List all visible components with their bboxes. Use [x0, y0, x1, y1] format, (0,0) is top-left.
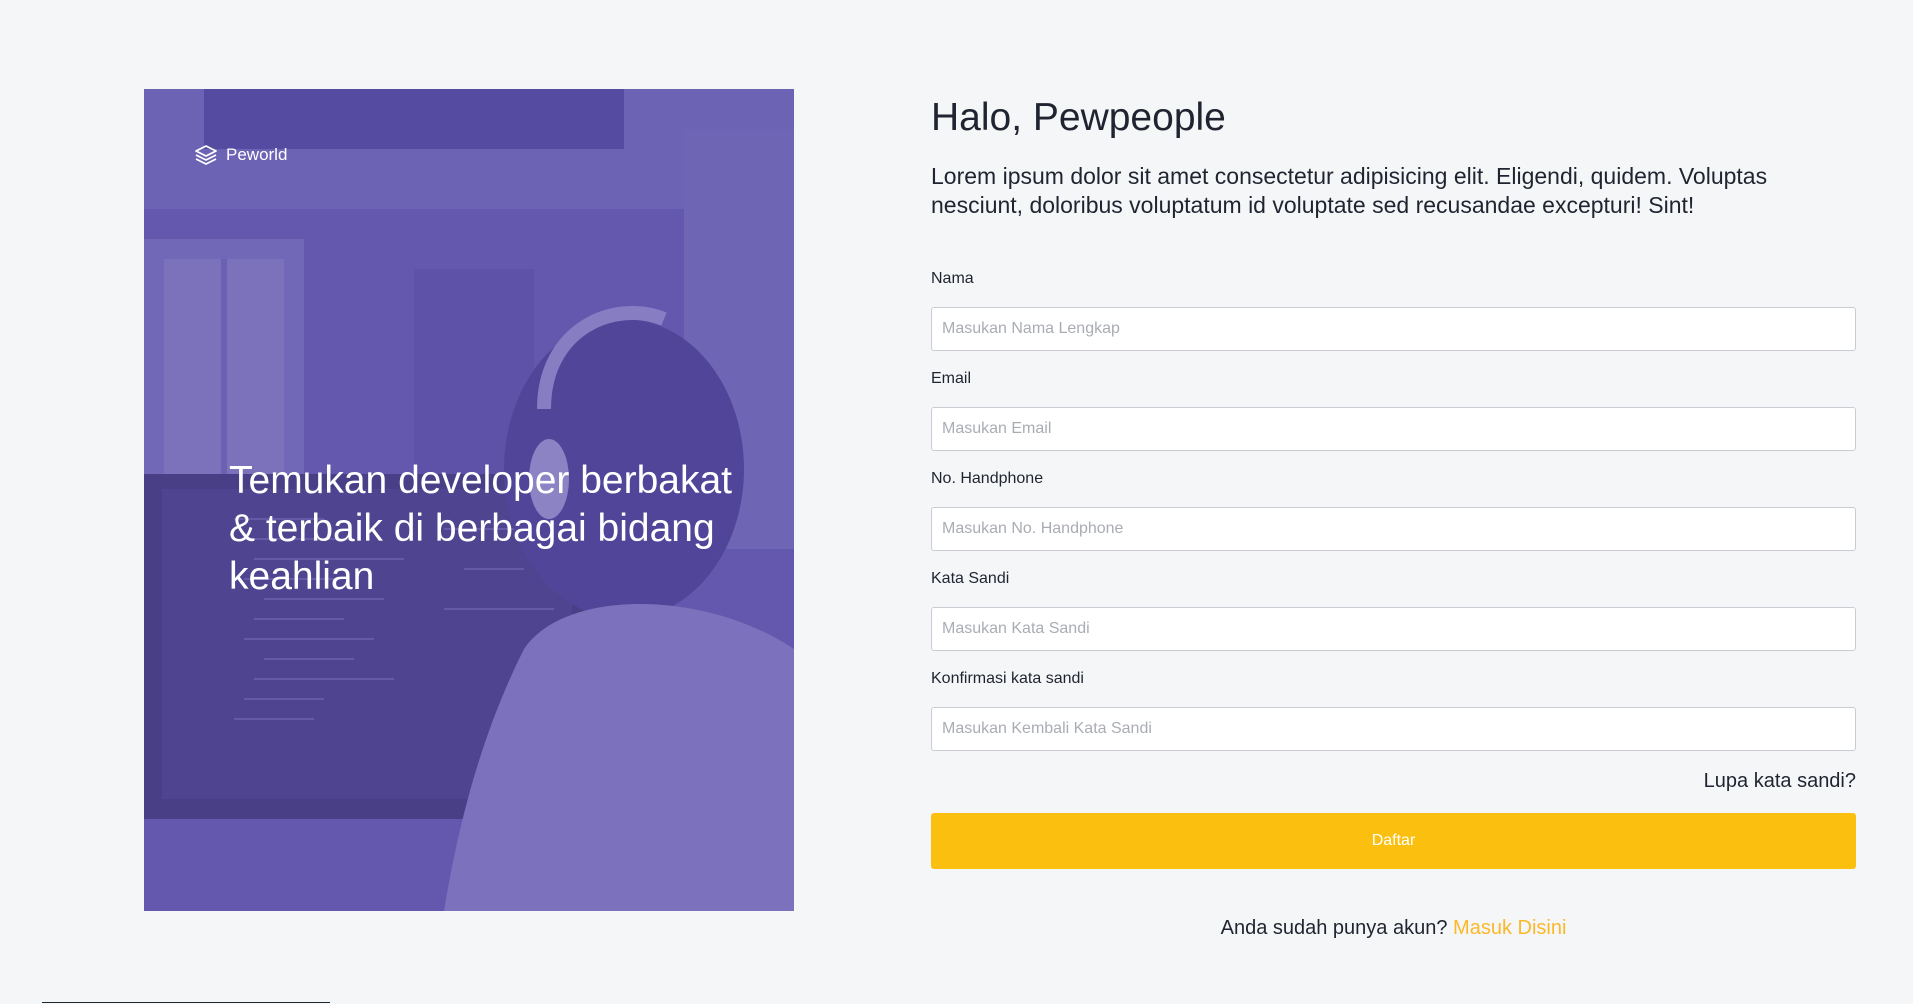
name-label: Nama [931, 270, 974, 287]
name-input[interactable] [931, 307, 1856, 351]
password-input[interactable] [931, 607, 1856, 651]
hero-tagline: Temukan developer berbakat & terbaik di … [229, 459, 732, 598]
confirm-password-input[interactable] [931, 707, 1856, 751]
bottom-divider [42, 1002, 330, 1003]
brand-name: Peworld [226, 145, 288, 164]
email-label: Email [931, 370, 972, 387]
password-label: Kata Sandi [931, 570, 1010, 587]
forgot-password-link[interactable]: Lupa kata sandi? [1704, 770, 1856, 793]
stacked-layers-icon [195, 145, 217, 165]
phone-label: No. Handphone [931, 470, 1044, 487]
login-prompt: Anda sudah punya akun? Masuk Disini [931, 917, 1856, 940]
confirm-password-label: Konfirmasi kata sandi [931, 670, 1084, 687]
register-page: Peworld Temukan developer berbakat & ter… [0, 0, 1913, 1004]
login-link[interactable]: Masuk Disini [1453, 917, 1566, 939]
register-button[interactable]: Daftar [931, 813, 1856, 869]
email-input[interactable] [931, 407, 1856, 451]
login-prompt-text: Anda sudah punya akun? [1220, 917, 1454, 939]
page-title: Halo, Pewpeople [931, 96, 1226, 139]
phone-input[interactable] [931, 507, 1856, 551]
page-subtitle: Lorem ipsum dolor sit amet consectetur a… [931, 163, 1768, 218]
hero-panel: Peworld Temukan developer berbakat & ter… [144, 89, 794, 911]
brand-logo[interactable]: Peworld [194, 144, 287, 166]
